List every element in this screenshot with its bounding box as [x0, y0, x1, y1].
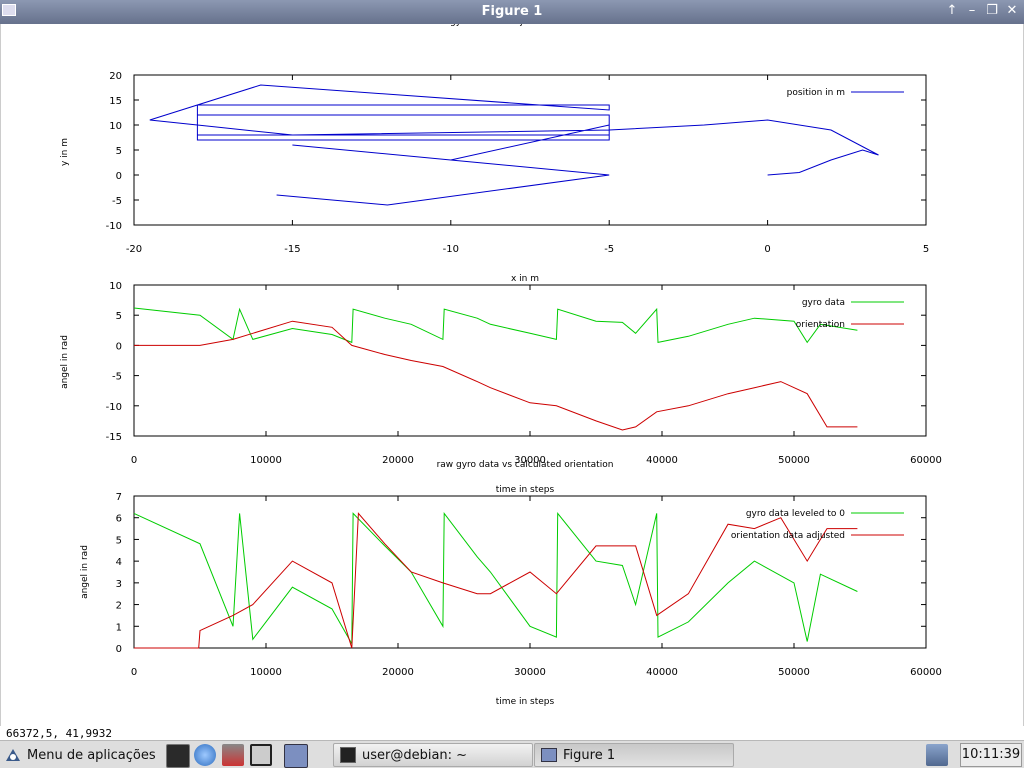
- chart-title: raw gyro data vs calculated orientation: [437, 460, 614, 470]
- legend-label: orientation data adjusted: [731, 531, 845, 541]
- window-title: Figure 1: [481, 4, 543, 19]
- x-tick-label: 5: [923, 244, 929, 255]
- x-tick-label: -15: [284, 244, 300, 255]
- legend-label: orientation: [796, 320, 845, 330]
- x-axis-label: time in steps: [496, 485, 555, 495]
- applications-menu-button[interactable]: Menu de aplicações: [4, 744, 156, 766]
- x-tick-label: 40000: [646, 455, 678, 466]
- y-tick-label: 15: [109, 96, 122, 107]
- series-line-gyro-data: [133, 307, 858, 344]
- terminal-launcher-icon[interactable]: [166, 744, 190, 768]
- minimize-icon[interactable]: –: [964, 3, 980, 19]
- browser-launcher-icon[interactable]: [194, 744, 216, 766]
- legend-label: position in m: [787, 88, 845, 98]
- x-tick-label: 20000: [382, 667, 414, 678]
- taskbar-item-figure[interactable]: Figure 1: [534, 743, 734, 767]
- x-tick-label: 50000: [778, 667, 810, 678]
- close-icon[interactable]: ✕: [1004, 3, 1020, 19]
- y-tick-label: 20: [109, 71, 122, 82]
- figure-svg: -20 -15 -10 -5 0 5-10-505101520x in my in mpo…: [60, 17, 942, 707]
- x-axis-label: time in steps: [496, 697, 555, 707]
- x-tick-label: 60000: [910, 667, 942, 678]
- y-tick-label: -10: [106, 221, 122, 232]
- window-shade-icon[interactable]: ↑: [944, 3, 960, 19]
- network-launcher-icon[interactable]: [222, 744, 244, 766]
- y-axis-label: angel in rad: [60, 335, 70, 389]
- terminal-icon: [340, 747, 356, 763]
- y-tick-label: 1: [116, 622, 122, 633]
- maximize-icon[interactable]: ❐: [984, 3, 1000, 19]
- debian-logo-icon: [6, 749, 20, 761]
- legend-label: gyro data leveled to 0: [746, 509, 845, 519]
- taskbar-item-terminal[interactable]: user@debian: ~: [333, 743, 533, 767]
- series-line-position-in-m: [149, 84, 879, 206]
- x-tick-label: 10000: [250, 667, 282, 678]
- y-axis-label: angel in rad: [80, 545, 90, 599]
- taskbar-item-label: Figure 1: [563, 747, 616, 763]
- window-titlebar[interactable]: Figure 1 ↑ – ❐ ✕: [0, 0, 1024, 24]
- show-desktop-icon[interactable]: [284, 744, 308, 768]
- gimp-launcher-icon[interactable]: [250, 744, 272, 766]
- y-tick-label: 5: [116, 311, 122, 322]
- y-axis-label: y in m: [60, 138, 70, 166]
- x-tick-label: 0: [764, 244, 770, 255]
- network-status-icon[interactable]: [926, 744, 948, 766]
- cursor-coordinates: 66372,5, 41,9932: [6, 727, 112, 740]
- x-tick-label: 30000: [514, 667, 546, 678]
- y-tick-label: 4: [116, 557, 122, 568]
- y-tick-label: 2: [116, 601, 122, 612]
- x-axis-label: x in m: [511, 274, 539, 284]
- y-tick-label: 3: [116, 579, 122, 590]
- x-tick-label: 20000: [382, 455, 414, 466]
- y-tick-label: 6: [116, 514, 122, 525]
- x-tick-label: 40000: [646, 667, 678, 678]
- x-tick-label: -10: [443, 244, 459, 255]
- x-tick-label: 50000: [778, 455, 810, 466]
- figure-canvas[interactable]: -20 -15 -10 -5 0 5 -10 -5 0 5 10 15 20 x in my in m po…: [0, 17, 1024, 726]
- legend-label: gyro data: [802, 298, 845, 308]
- chart-title: gyro data vs adjusted orientation: [450, 24, 600, 27]
- y-tick-label: 7: [116, 492, 122, 503]
- y-tick-label: 0: [116, 171, 122, 182]
- y-tick-label: -5: [112, 372, 122, 383]
- taskbar-item-label: user@debian: ~: [362, 747, 468, 763]
- x-tick-label: -5: [604, 244, 614, 255]
- y-tick-label: 10: [109, 121, 122, 132]
- y-tick-label: 0: [116, 341, 122, 352]
- y-tick-label: -5: [112, 196, 122, 207]
- x-tick-label: -20: [126, 244, 142, 255]
- x-tick-label: 60000: [910, 455, 942, 466]
- y-tick-label: 10: [109, 281, 122, 292]
- y-tick-label: 0: [116, 644, 122, 655]
- y-tick-label: -15: [106, 432, 122, 443]
- series-line-orientation: [134, 320, 858, 431]
- x-tick-label: 0: [131, 455, 137, 466]
- y-tick-label: -10: [106, 402, 122, 413]
- y-tick-label: 5: [116, 535, 122, 546]
- clock[interactable]: 10:11:39: [960, 743, 1022, 767]
- window-icon: [541, 748, 557, 762]
- y-tick-label: 5: [116, 146, 122, 157]
- taskbar: Menu de aplicações user@debian: ~ Figure…: [0, 740, 1024, 768]
- x-tick-label: 10000: [250, 455, 282, 466]
- applications-menu-label: Menu de aplicações: [27, 747, 156, 763]
- x-tick-label: 0: [131, 667, 137, 678]
